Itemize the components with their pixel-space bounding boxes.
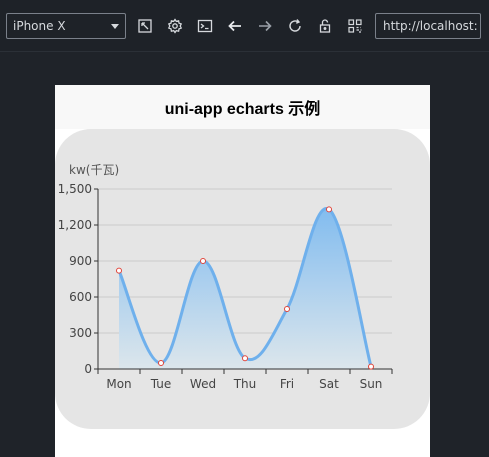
device-select[interactable]: iPhone X (6, 13, 126, 39)
data-point[interactable] (242, 355, 248, 362)
devtools-toolbar: iPhone X http://localhost: (0, 0, 489, 52)
y-tick-label: 900 (69, 254, 92, 268)
data-point[interactable] (158, 360, 164, 366)
refresh-icon[interactable] (285, 16, 305, 36)
y-tick-label: 0 (84, 362, 92, 376)
x-tick-label: Thu (233, 377, 257, 391)
data-point[interactable] (284, 306, 290, 312)
x-tick-label: Mon (106, 377, 131, 391)
y-axis-label: kw(千瓦) (69, 163, 119, 177)
lock-icon[interactable] (315, 16, 335, 36)
page-title: uni-app echarts 示例 (164, 101, 321, 118)
navigation-bar: uni-app echarts 示例 (55, 85, 430, 129)
line-chart[interactable]: kw(千瓦) 0 300 600 900 1,200 1,500 Mon Tue Wed Thu F… (55, 129, 430, 429)
rotate-icon[interactable] (135, 16, 155, 36)
data-point[interactable] (368, 363, 374, 370)
back-arrow-icon[interactable] (225, 16, 245, 36)
data-point[interactable] (116, 267, 122, 274)
data-point[interactable] (200, 258, 206, 264)
y-tick-label: 300 (69, 326, 92, 340)
x-tick-label: Fri (280, 377, 294, 391)
terminal-icon[interactable] (195, 16, 215, 36)
series-area (119, 208, 371, 369)
data-point[interactable] (326, 206, 332, 213)
x-tick-label: Sun (360, 377, 383, 391)
settings-icon[interactable] (165, 16, 185, 36)
chart-card: kw(千瓦) 0 300 600 900 1,200 1,500 Mon Tue Wed Thu F… (55, 129, 430, 429)
forward-arrow-icon[interactable] (255, 16, 275, 36)
y-tick-label: 600 (69, 290, 92, 304)
qr-code-icon[interactable] (345, 16, 365, 36)
chevron-down-icon (111, 24, 119, 29)
x-tick-label: Sat (319, 377, 339, 391)
x-tick-label: Tue (150, 377, 172, 391)
y-tick-label: 1,200 (58, 218, 92, 232)
url-input-value: http://localhost: (383, 19, 478, 33)
url-input[interactable]: http://localhost: (375, 13, 481, 39)
y-tick-label: 1,500 (58, 182, 92, 196)
x-tick-label: Wed (190, 377, 216, 391)
phone-viewport: uni-app echarts 示例 kw(千瓦) 0 300 600 900 1,20… (55, 85, 430, 457)
device-select-value: iPhone X (13, 19, 66, 33)
